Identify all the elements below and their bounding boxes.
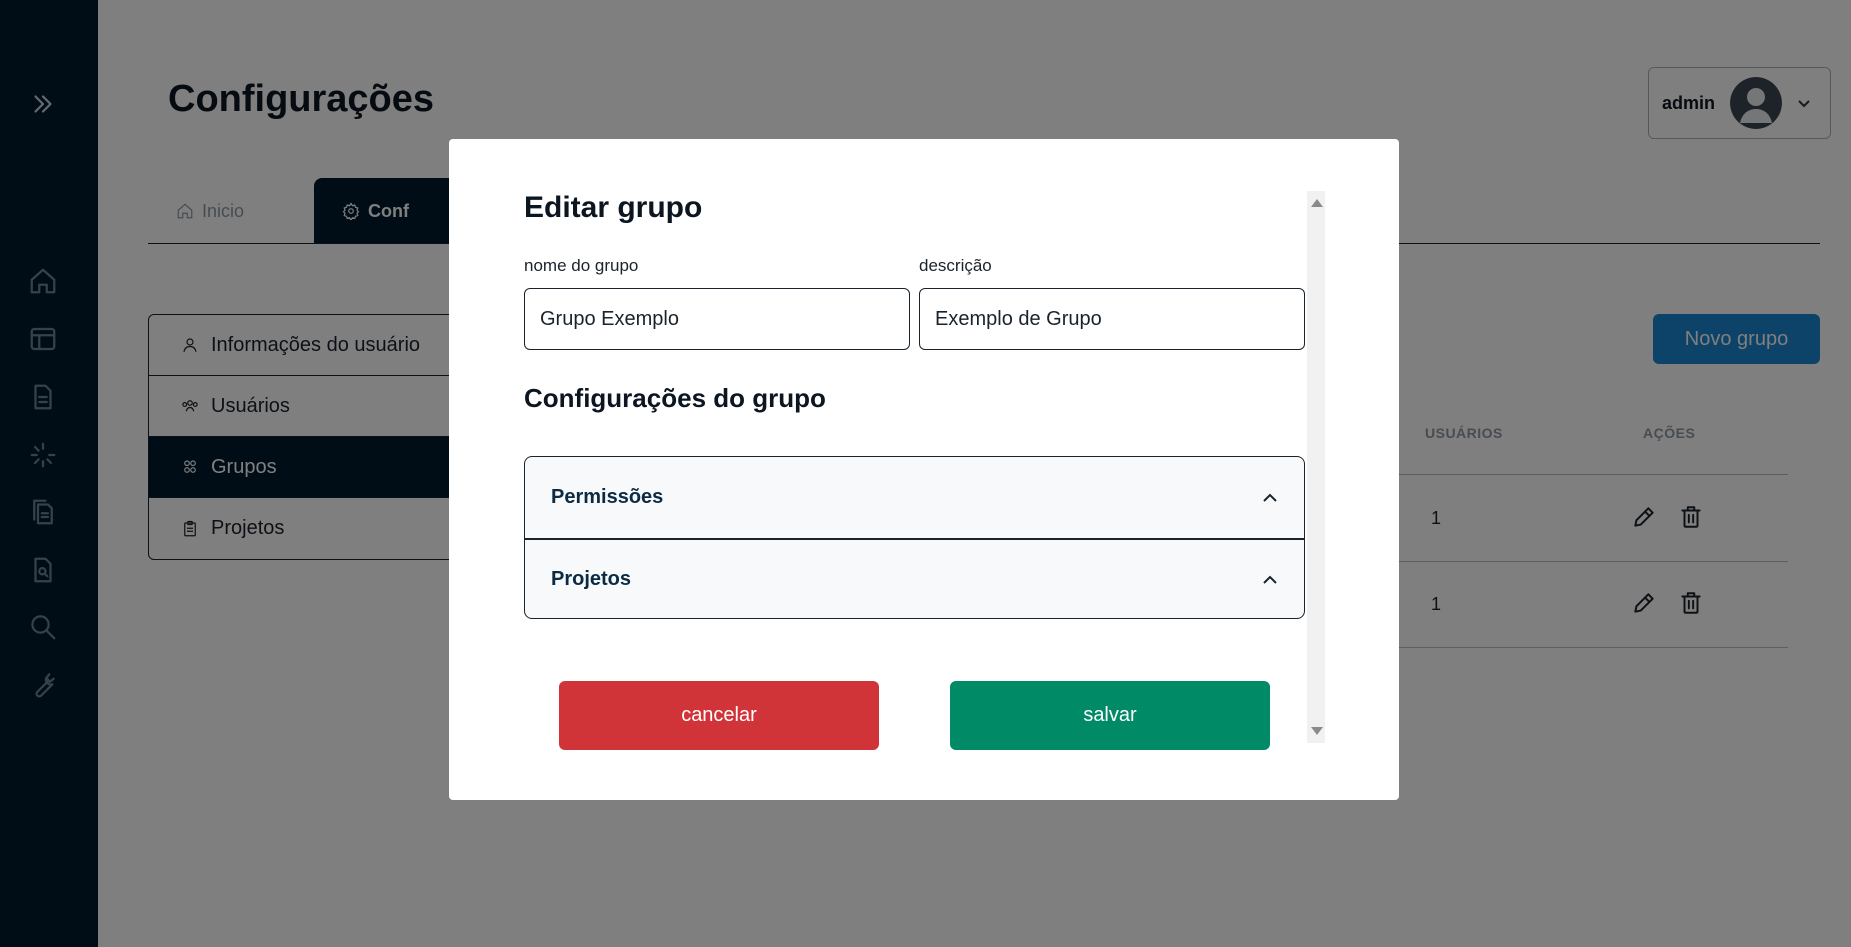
accordion-label: Permissões [551, 486, 664, 508]
scroll-up-icon[interactable] [1311, 199, 1323, 207]
dialog-scrollbar[interactable] [1307, 191, 1325, 743]
dialog-title: Editar grupo [524, 191, 703, 224]
description-input[interactable] [919, 288, 1305, 350]
group-name-input[interactable] [524, 288, 910, 350]
scroll-down-icon[interactable] [1311, 727, 1323, 735]
save-button[interactable]: salvar [950, 681, 1270, 750]
chevron-up-icon [1263, 493, 1277, 502]
accordion-permissoes[interactable]: Permissões [525, 457, 1304, 538]
edit-group-dialog: Editar grupo nome do grupo descrição Con… [449, 139, 1399, 800]
group-settings-title: Configurações do grupo [524, 383, 826, 413]
settings-accordion: Permissões Projetos [524, 456, 1305, 619]
chevron-up-icon [1263, 575, 1277, 584]
description-label: descrição [919, 256, 992, 275]
cancel-button[interactable]: cancelar [559, 681, 879, 750]
group-name-label: nome do grupo [524, 256, 639, 275]
accordion-label: Projetos [551, 568, 632, 590]
accordion-projetos[interactable]: Projetos [525, 538, 1304, 618]
